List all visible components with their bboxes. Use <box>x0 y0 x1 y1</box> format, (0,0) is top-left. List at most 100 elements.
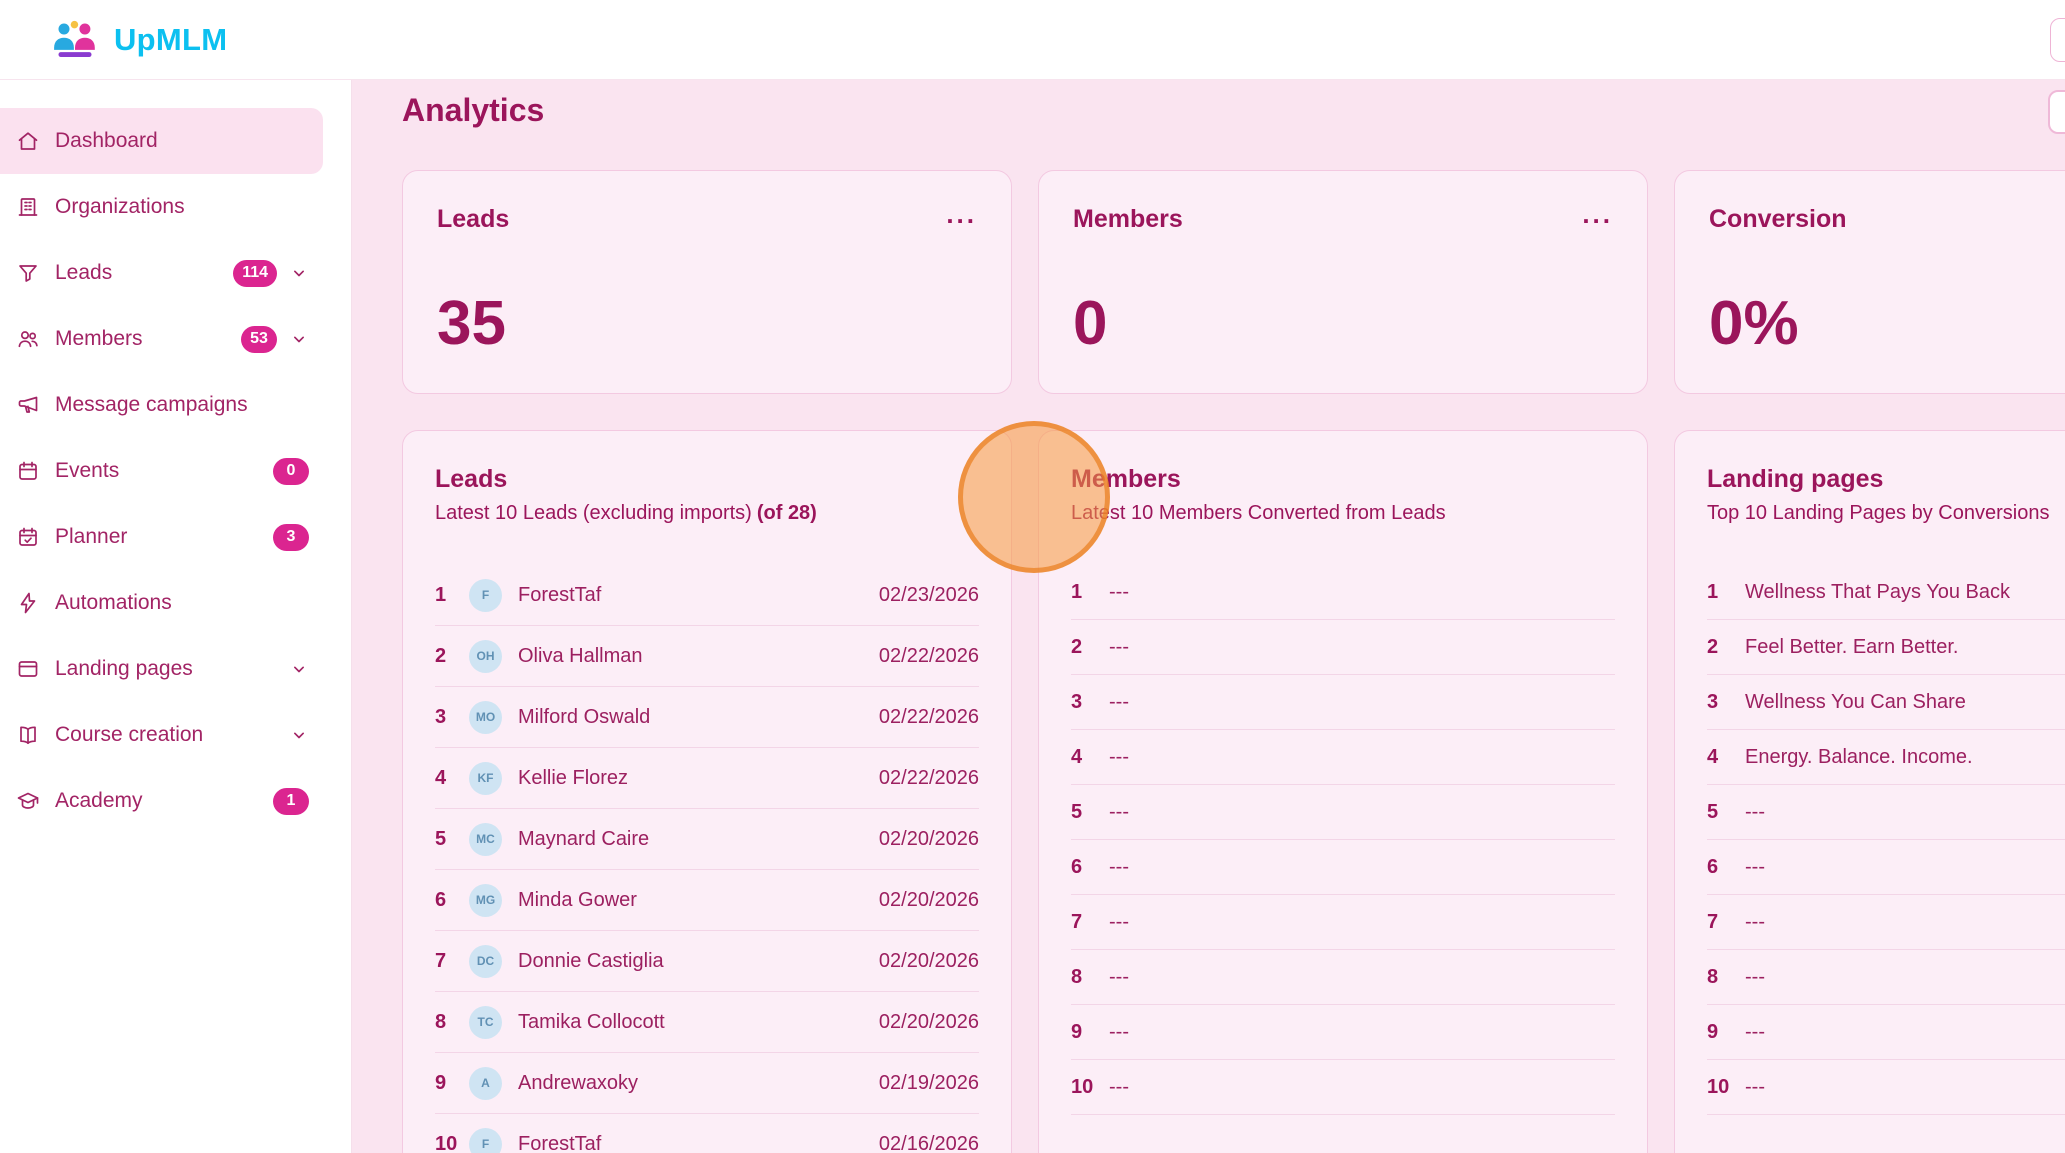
member-rank: 4 <box>1071 746 1109 769</box>
landing-page-row[interactable]: 4 Energy. Balance. Income. <box>1707 730 2065 785</box>
member-row[interactable]: 1 --- <box>1071 565 1615 620</box>
landing-page-row[interactable]: 6 --- <box>1707 840 2065 895</box>
landing-page-rank: 8 <box>1707 966 1745 989</box>
sidebar-item-label: Message campaigns <box>55 393 309 417</box>
sidebar-item-icon <box>16 789 40 813</box>
avatar-initials: A <box>481 1076 490 1090</box>
sidebar-item-label: Events <box>55 459 263 483</box>
lead-rank: 5 <box>435 828 465 851</box>
lead-rank: 2 <box>435 645 465 668</box>
landing-page-row[interactable]: 10 --- <box>1707 1060 2065 1115</box>
members-list-card: Members Latest 10 Members Converted from… <box>1038 430 1648 1153</box>
lead-row[interactable]: 8 TC Tamika Collocott 02/20/2026 <box>435 992 979 1053</box>
sidebar-item-label: Dashboard <box>55 129 309 153</box>
sidebar-item-icon <box>16 327 40 351</box>
lead-name: ForestTaf <box>518 584 601 607</box>
sidebar-item[interactable]: Organizations <box>0 174 323 240</box>
lead-row[interactable]: 5 MC Maynard Caire 02/20/2026 <box>435 809 979 870</box>
stat-card-title: Conversion <box>1709 205 1847 234</box>
sidebar-item-label: Organizations <box>55 195 309 219</box>
landing-page-rank: 7 <box>1707 911 1745 934</box>
sidebar-item[interactable]: Course creation <box>0 702 323 768</box>
avatar-initials: F <box>482 1137 489 1151</box>
chevron-down-icon <box>289 329 309 349</box>
member-rank: 2 <box>1071 636 1109 659</box>
lead-name: ForestTaf <box>518 1133 601 1153</box>
landing-page-row[interactable]: 2 Feel Better. Earn Better. <box>1707 620 2065 675</box>
sidebar-item[interactable]: Automations <box>0 570 323 636</box>
member-row[interactable]: 7 --- <box>1071 895 1615 950</box>
landing-page-row[interactable]: 8 --- <box>1707 950 2065 1005</box>
sidebar-item-icon <box>16 525 40 549</box>
lead-date: 02/23/2026 <box>879 584 979 607</box>
member-name: --- <box>1109 746 1129 769</box>
member-row[interactable]: 9 --- <box>1071 1005 1615 1060</box>
leads-card-subtitle: Latest 10 Leads (excluding imports)(of 2… <box>435 502 979 525</box>
landing-page-row[interactable]: 3 Wellness You Can Share <box>1707 675 2065 730</box>
member-row[interactable]: 3 --- <box>1071 675 1615 730</box>
landing-page-row[interactable]: 7 --- <box>1707 895 2065 950</box>
brand[interactable]: UpMLM <box>48 18 227 62</box>
main-head: Analytics Last 30 days 01/25/20 <box>402 92 2065 136</box>
chevron-down-icon <box>289 725 309 745</box>
sidebar-item[interactable]: Academy 1 <box>0 768 323 834</box>
landing-page-row[interactable]: 5 --- <box>1707 785 2065 840</box>
lead-row[interactable]: 6 MG Minda Gower 02/20/2026 <box>435 870 979 931</box>
lead-row[interactable]: 1 F ForestTaf 02/23/2026 <box>435 565 979 626</box>
landing-page-rank: 2 <box>1707 636 1745 659</box>
sidebar-item[interactable]: Events 0 <box>0 438 323 504</box>
lead-name: Kellie Florez <box>518 767 628 790</box>
member-name: --- <box>1109 801 1129 824</box>
sidebar-item[interactable]: Leads 114 <box>0 240 323 306</box>
card-menu-button[interactable]: ... <box>1582 205 1613 219</box>
sidebar-item-label: Landing pages <box>55 657 277 681</box>
sidebar: Dashboard Organizations Leads 114 <box>0 80 352 1153</box>
sidebar-item[interactable]: Landing pages <box>0 636 323 702</box>
sidebar-item-icon <box>16 195 40 219</box>
stat-card: Leads ... 35 <box>402 170 1012 394</box>
lead-row[interactable]: 7 DC Donnie Castiglia 02/20/2026 <box>435 931 979 992</box>
sidebar-item[interactable]: Planner 3 <box>0 504 323 570</box>
lead-row[interactable]: 10 F ForestTaf 02/16/2026 <box>435 1114 979 1153</box>
sidebar-item-label: Academy <box>55 789 263 813</box>
date-range-filter[interactable]: Last 30 days 01/25/20 <box>2048 90 2065 134</box>
stat-card-value: 0% <box>1709 288 2065 359</box>
sidebar-item[interactable]: Members 53 <box>0 306 323 372</box>
landing-page-row[interactable]: 9 --- <box>1707 1005 2065 1060</box>
landing-page-rank: 1 <box>1707 581 1745 604</box>
lead-row[interactable]: 4 KF Kellie Florez 02/22/2026 <box>435 748 979 809</box>
lead-name: Maynard Caire <box>518 828 649 851</box>
landing-page-row[interactable]: 1 Wellness That Pays You Back <box>1707 565 2065 620</box>
lead-name: Donnie Castiglia <box>518 950 664 973</box>
chevron-down-icon <box>289 659 309 679</box>
landing-page-rank: 6 <box>1707 856 1745 879</box>
lead-row[interactable]: 9 A Andrewaxoky 02/19/2026 <box>435 1053 979 1114</box>
avatar: MC <box>469 823 502 856</box>
lead-row[interactable]: 2 OH Oliva Hallman 02/22/2026 <box>435 626 979 687</box>
avatar: KF <box>469 762 502 795</box>
avatar: F <box>469 579 502 612</box>
landing-page-name: --- <box>1745 911 1765 934</box>
member-row[interactable]: 5 --- <box>1071 785 1615 840</box>
member-row[interactable]: 2 --- <box>1071 620 1615 675</box>
member-row[interactable]: 4 --- <box>1071 730 1615 785</box>
card-menu-button[interactable]: ... <box>946 205 977 219</box>
leads-rows: 1 F ForestTaf 02/23/2026 2 OH Oliva Hall… <box>435 565 979 1153</box>
member-row[interactable]: 8 --- <box>1071 950 1615 1005</box>
member-row[interactable]: 10 --- <box>1071 1060 1615 1115</box>
landing-page-name: --- <box>1745 1076 1765 1099</box>
landing-page-rank: 10 <box>1707 1076 1745 1099</box>
brand-name: UpMLM <box>114 22 227 58</box>
lead-rank: 9 <box>435 1072 465 1095</box>
lead-date: 02/20/2026 <box>879 889 979 912</box>
avatar: A <box>469 1067 502 1100</box>
member-rank: 6 <box>1071 856 1109 879</box>
sidebar-item[interactable]: Dashboard <box>0 108 323 174</box>
members-rows: 1 --- 2 --- 3 --- <box>1071 565 1615 1115</box>
lead-row[interactable]: 3 MO Milford Oswald 02/22/2026 <box>435 687 979 748</box>
sidebar-item[interactable]: Message campaigns <box>0 372 323 438</box>
landing-pages-rows: 1 Wellness That Pays You Back 2 Feel Bet… <box>1707 565 2065 1115</box>
theme-selector[interactable]: Pink <box>2050 18 2065 62</box>
sidebar-item-badge: 3 <box>273 524 309 551</box>
member-row[interactable]: 6 --- <box>1071 840 1615 895</box>
